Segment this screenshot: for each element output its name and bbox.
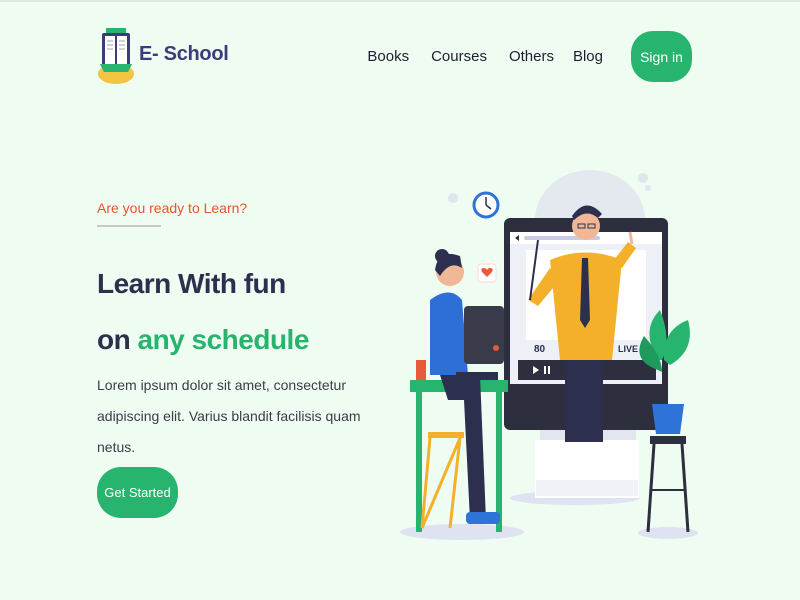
- get-started-button[interactable]: Get Started: [97, 467, 178, 518]
- heart-bubble-icon: [477, 263, 497, 283]
- brand-name: E- School: [139, 42, 229, 65]
- sign-in-button[interactable]: Sign in: [631, 31, 692, 82]
- nav-link-others[interactable]: Others: [509, 48, 554, 65]
- nav-link-books[interactable]: Books: [367, 48, 409, 65]
- viewer-count: 80: [534, 344, 546, 355]
- nav-link-blog[interactable]: Blog: [573, 48, 603, 65]
- headline-accent: any schedule: [137, 324, 310, 355]
- hero-eyebrow: Are you ready to Learn?: [97, 200, 248, 216]
- nav-link-courses[interactable]: Courses: [431, 48, 487, 65]
- brand-logo[interactable]: E- School: [97, 22, 229, 90]
- headline-line2-prefix: on: [97, 324, 138, 355]
- headline-line1: Learn With fun: [97, 268, 286, 299]
- top-border: [0, 0, 800, 2]
- online-learning-illustration: 80 LIVE: [400, 170, 698, 540]
- live-label: LIVE: [618, 344, 638, 354]
- eyebrow-divider: [97, 225, 161, 227]
- hero-description: Lorem ipsum dolor sit amet, consectetur …: [97, 377, 361, 455]
- clock-icon: [472, 191, 500, 219]
- hero-headline: Learn With fun on any schedule: [97, 256, 309, 368]
- book-logo-icon: [98, 28, 134, 84]
- main-nav: Books Courses Others Blog Sign in: [367, 31, 692, 82]
